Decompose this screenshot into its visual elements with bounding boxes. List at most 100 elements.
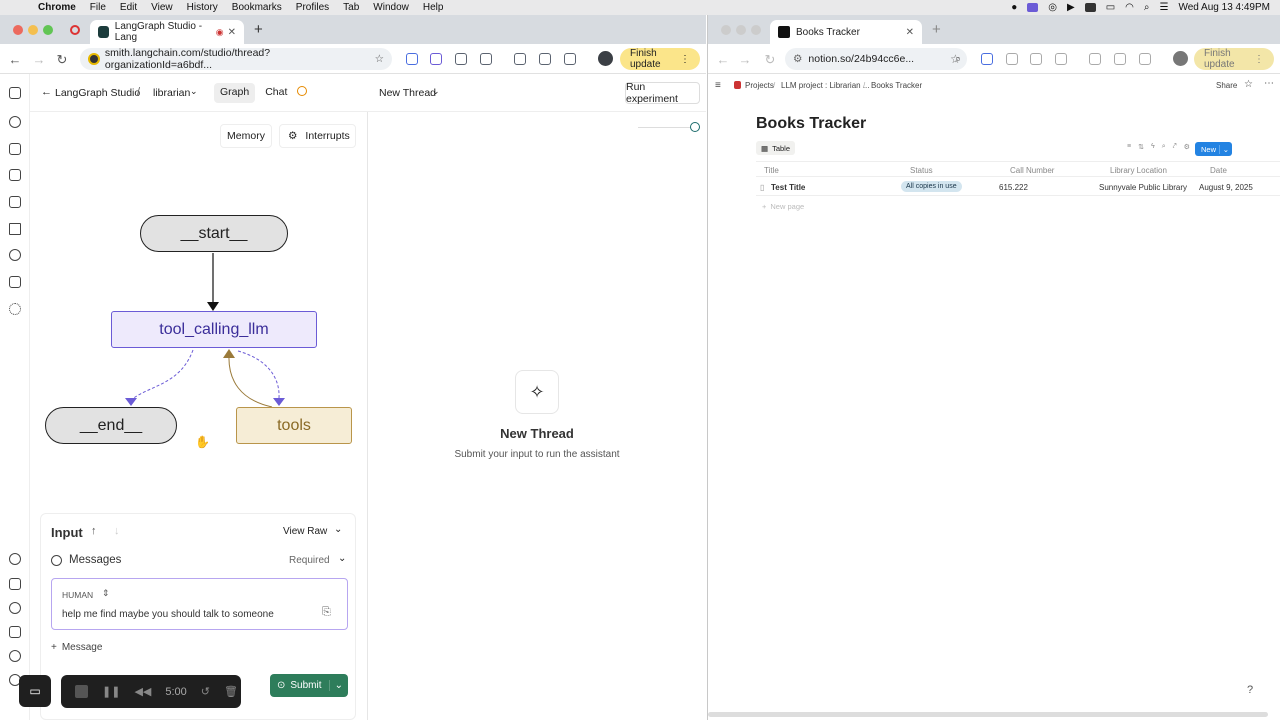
cell-location[interactable]: Sunnyvale Public Library bbox=[1099, 183, 1187, 192]
cell-date[interactable]: August 9, 2025 bbox=[1199, 183, 1253, 192]
cell-status[interactable]: All copies in use bbox=[901, 181, 962, 192]
panel-divider[interactable] bbox=[367, 112, 368, 720]
expand-down-icon[interactable]: ↓ bbox=[114, 525, 120, 537]
finish-update-button[interactable]: Finish update ⋮ bbox=[1194, 48, 1274, 70]
more-vertical-icon: ⋮ bbox=[1254, 53, 1264, 65]
messages-chevron-icon[interactable]: ⌄ bbox=[338, 553, 346, 564]
rewind-icon[interactable]: ◀◀ bbox=[134, 685, 151, 698]
vpn-icon[interactable]: ◎ bbox=[1048, 2, 1057, 13]
stop-icon[interactable] bbox=[75, 685, 88, 698]
camera-toggle-button[interactable]: ▭ bbox=[19, 675, 51, 707]
help-question-icon[interactable]: ? bbox=[1247, 684, 1253, 696]
new-entry-button[interactable]: New ⌄ bbox=[1195, 142, 1232, 156]
col-status[interactable]: Status bbox=[910, 166, 933, 175]
timeline-track[interactable] bbox=[638, 127, 690, 128]
menu-help[interactable]: Help bbox=[423, 2, 444, 13]
battery-icon[interactable]: ▭ bbox=[1106, 2, 1115, 13]
message-text[interactable]: help me find maybe you should talk to so… bbox=[62, 609, 274, 620]
trash-icon[interactable]: 🗑 bbox=[224, 685, 238, 698]
share-button[interactable]: Share bbox=[1216, 81, 1237, 90]
langsmith-browser-window: LangGraph Studio - Lang ◉ ✕ + ← → ↻ smit… bbox=[0, 15, 706, 720]
wifi-icon[interactable]: ◠ bbox=[1125, 2, 1134, 13]
attachment-icon[interactable]: ⎘ bbox=[322, 606, 331, 619]
message-role-selector[interactable]: HUMAN bbox=[62, 590, 93, 600]
node-end[interactable]: __end__ bbox=[45, 407, 177, 444]
profile-avatar[interactable] bbox=[1173, 51, 1188, 66]
forward-icon[interactable]: → bbox=[738, 52, 752, 67]
role-switch-icon[interactable]: ⇕ bbox=[102, 588, 110, 599]
col-date[interactable]: Date bbox=[1210, 166, 1227, 175]
col-library-location[interactable]: Library Location bbox=[1110, 166, 1167, 175]
clock[interactable]: Wed Aug 13 4:49PM bbox=[1178, 2, 1270, 13]
a-icon[interactable] bbox=[1084, 3, 1096, 12]
menu-edit[interactable]: Edit bbox=[120, 2, 137, 13]
filter-icon[interactable]: ≡ bbox=[1127, 143, 1131, 151]
cell-title[interactable]: Test Title bbox=[771, 183, 805, 192]
breadcrumb-projects[interactable]: Projects bbox=[745, 81, 774, 90]
timeline-handle[interactable] bbox=[690, 122, 700, 132]
add-message-button[interactable]: + Message bbox=[51, 638, 102, 656]
link-icon[interactable]: ⤤ bbox=[1173, 143, 1177, 151]
address-bar[interactable]: ⚙ notion.so/24b94cc6e... ⌕ bbox=[785, 48, 967, 70]
bookmark-star-icon[interactable]: ☆ bbox=[950, 52, 961, 66]
new-page-row[interactable]: + New page bbox=[762, 202, 804, 211]
extensions-puzzle-icon[interactable] bbox=[1055, 53, 1067, 65]
minimize-window-icon[interactable] bbox=[736, 25, 746, 35]
menu-window[interactable]: Window bbox=[373, 2, 409, 13]
favorite-star-icon[interactable]: ☆ bbox=[1244, 79, 1253, 90]
more-options-icon[interactable]: ⋯ bbox=[1264, 78, 1274, 89]
reload-icon[interactable]: ↻ bbox=[763, 52, 777, 68]
sidebar-menu-icon[interactable]: ≡ bbox=[715, 80, 721, 91]
sort-icon[interactable]: ⇅ bbox=[1138, 143, 1144, 151]
zoom-window-icon[interactable] bbox=[751, 25, 761, 35]
menu-tab[interactable]: Tab bbox=[343, 2, 359, 13]
search-icon[interactable]: ⌕ bbox=[1162, 143, 1166, 151]
site-info-icon[interactable]: ⚙ bbox=[793, 53, 802, 65]
message-editor[interactable]: HUMAN ⇕ help me find maybe you should ta… bbox=[51, 578, 348, 630]
settings-icon[interactable]: ⚙ bbox=[1184, 143, 1190, 151]
new-tab-icon[interactable]: + bbox=[932, 21, 941, 38]
pause-icon[interactable]: ❚❚ bbox=[102, 685, 120, 698]
page-title[interactable]: Books Tracker bbox=[756, 115, 866, 133]
control-center-icon[interactable]: ☰ bbox=[1159, 2, 1168, 13]
edge-arrowhead bbox=[223, 349, 235, 358]
play-icon[interactable]: ▶ bbox=[1067, 2, 1075, 13]
view-raw-chevron-icon[interactable]: ⌄ bbox=[334, 524, 342, 535]
tab-books-tracker[interactable]: Books Tracker ✕ bbox=[770, 20, 922, 44]
menu-history[interactable]: History bbox=[187, 2, 218, 13]
automation-icon[interactable]: ϟ bbox=[1151, 143, 1155, 151]
menu-app-name[interactable]: Chrome bbox=[38, 2, 76, 13]
cast-icon[interactable] bbox=[1139, 53, 1151, 65]
mic-icon[interactable]: ● bbox=[1011, 2, 1017, 13]
extension-icon[interactable] bbox=[1030, 53, 1042, 65]
menu-view[interactable]: View bbox=[151, 2, 173, 13]
col-call-number[interactable]: Call Number bbox=[1010, 166, 1054, 175]
breadcrumb-books-tracker[interactable]: Books Tracker bbox=[871, 81, 922, 90]
back-icon[interactable]: ← bbox=[716, 52, 730, 67]
breadcrumb-llm-project[interactable]: LLM project : Librarian ... bbox=[781, 81, 869, 90]
extension-translate-icon[interactable] bbox=[981, 53, 993, 65]
link-icon[interactable] bbox=[1114, 53, 1126, 65]
view-raw-button[interactable]: View Raw bbox=[283, 526, 327, 537]
menu-file[interactable]: File bbox=[90, 2, 106, 13]
menu-profiles[interactable]: Profiles bbox=[296, 2, 329, 13]
table-row[interactable]: ▯ Test Title All copies in use 615.222 S… bbox=[756, 178, 1280, 196]
extension-purple-icon[interactable] bbox=[1006, 53, 1018, 65]
screen-record-icon[interactable] bbox=[1027, 3, 1039, 12]
reading-list-icon[interactable] bbox=[1089, 53, 1101, 65]
tab-close-icon[interactable]: ✕ bbox=[906, 27, 914, 38]
close-window-icon[interactable] bbox=[721, 25, 731, 35]
node-start[interactable]: __start__ bbox=[140, 215, 288, 252]
node-tools[interactable]: tools bbox=[236, 407, 352, 444]
col-title[interactable]: Title bbox=[764, 166, 779, 175]
menu-bookmarks[interactable]: Bookmarks bbox=[232, 2, 282, 13]
submit-button[interactable]: ⊙ Submit ⌄ bbox=[270, 674, 348, 697]
cell-call-number[interactable]: 615.222 bbox=[999, 183, 1028, 192]
view-tab-table[interactable]: ▦ Table bbox=[756, 141, 796, 155]
node-tool-calling-llm[interactable]: tool_calling_llm bbox=[111, 311, 317, 348]
search-icon[interactable]: ⌕ bbox=[1144, 2, 1150, 13]
restart-icon[interactable]: ↺ bbox=[201, 685, 210, 698]
collapse-up-icon[interactable]: ↑ bbox=[91, 525, 97, 537]
horizontal-scrollbar[interactable] bbox=[708, 712, 1268, 717]
submit-dropdown-icon[interactable]: ⌄ bbox=[328, 680, 348, 691]
